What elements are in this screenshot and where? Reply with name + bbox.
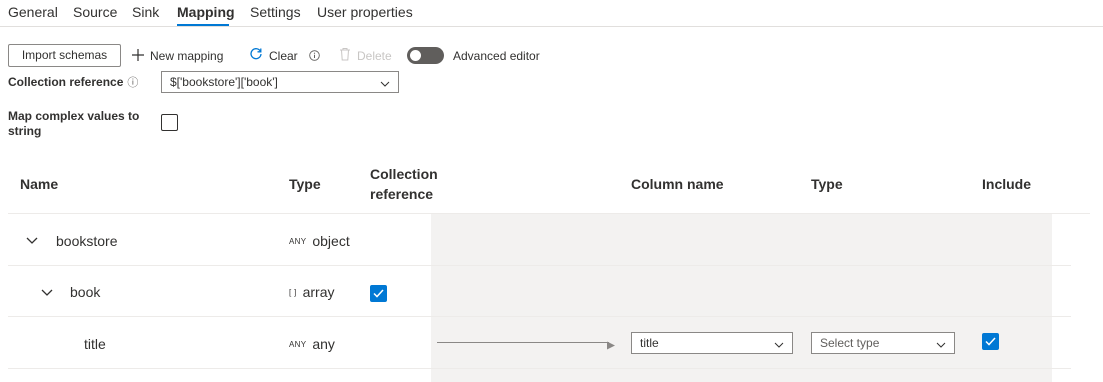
sink-type-placeholder: Select type <box>820 336 880 350</box>
map-complex-checkbox[interactable] <box>161 114 178 131</box>
delete-button[interactable]: Delete <box>339 46 392 66</box>
collection-reference-label: Collection reference <box>8 75 124 89</box>
new-mapping-button[interactable]: New mapping <box>132 46 223 66</box>
mapping-arrow-line <box>437 342 609 343</box>
header-sink-type: Type <box>811 176 843 192</box>
clear-button[interactable]: Clear <box>249 46 320 66</box>
column-name-value: title <box>640 336 659 350</box>
clear-label: Clear <box>269 49 298 63</box>
array-type-icon: [ ] <box>289 288 297 297</box>
checkmark-icon <box>985 337 996 346</box>
import-schemas-button[interactable]: Import schemas <box>8 44 121 67</box>
header-name: Name <box>20 176 59 192</box>
tab-user-properties[interactable]: User properties <box>317 4 413 20</box>
row-name: book <box>70 284 101 300</box>
chevron-down-icon[interactable] <box>26 234 38 249</box>
chevron-down-icon <box>936 336 946 356</box>
header-column-name: Column name <box>631 176 724 192</box>
header-collection-reference: Collection reference <box>370 166 438 202</box>
tab-bar: General Source Sink Mapping Settings Use… <box>0 0 1103 27</box>
row-divider <box>8 316 1071 317</box>
plus-icon <box>132 47 144 67</box>
header-type: Type <box>289 176 321 192</box>
row-type-label: object <box>312 233 350 249</box>
row-type-label: any <box>312 336 335 352</box>
tab-settings[interactable]: Settings <box>250 4 301 20</box>
tab-source[interactable]: Source <box>73 4 117 20</box>
refresh-icon <box>249 47 263 67</box>
sink-columns-bg <box>621 214 1052 382</box>
any-type-icon: ANY <box>289 237 307 246</box>
map-complex-label: Map complex values to string <box>8 109 140 138</box>
collection-reference-dropdown[interactable]: $['bookstore']['book'] <box>161 71 399 93</box>
row-divider <box>8 265 1071 266</box>
advanced-editor-toggle[interactable] <box>407 47 444 64</box>
header-divider <box>8 213 1090 214</box>
sink-type-dropdown[interactable]: Select type <box>811 332 955 354</box>
trash-icon <box>339 47 351 67</box>
collection-reference-value: $['bookstore']['book'] <box>170 75 278 89</box>
checkmark-icon <box>373 289 384 298</box>
tab-general[interactable]: General <box>8 4 58 20</box>
active-tab-indicator <box>177 24 229 26</box>
collection-column-bg <box>431 214 621 382</box>
arrow-head-icon <box>607 338 616 353</box>
row-type: ANY any <box>289 335 335 354</box>
header-include: Include <box>982 176 1032 192</box>
collection-reference-label-row: Collection reference ⓘ <box>8 75 138 91</box>
column-name-dropdown[interactable]: title <box>631 332 793 354</box>
row-divider <box>8 368 1071 369</box>
include-checkbox[interactable] <box>982 333 999 350</box>
any-type-icon: ANY <box>289 340 307 349</box>
info-icon: ⓘ <box>127 77 139 89</box>
info-icon <box>309 47 320 67</box>
tab-sink[interactable]: Sink <box>132 4 159 20</box>
new-mapping-label: New mapping <box>150 49 224 63</box>
toggle-knob <box>410 50 421 61</box>
chevron-down-icon[interactable] <box>41 286 53 301</box>
delete-label: Delete <box>357 49 392 63</box>
row-type: ANY object <box>289 232 350 251</box>
advanced-editor-label: Advanced editor <box>453 49 540 63</box>
row-name: bookstore <box>56 233 118 249</box>
row-type: [ ] array <box>289 283 334 302</box>
collection-reference-checkbox[interactable] <box>370 285 387 302</box>
tab-mapping[interactable]: Mapping <box>177 4 235 20</box>
chevron-down-icon <box>774 336 784 356</box>
chevron-down-icon <box>380 75 390 95</box>
row-name: title <box>84 336 106 352</box>
row-type-label: array <box>302 284 335 300</box>
